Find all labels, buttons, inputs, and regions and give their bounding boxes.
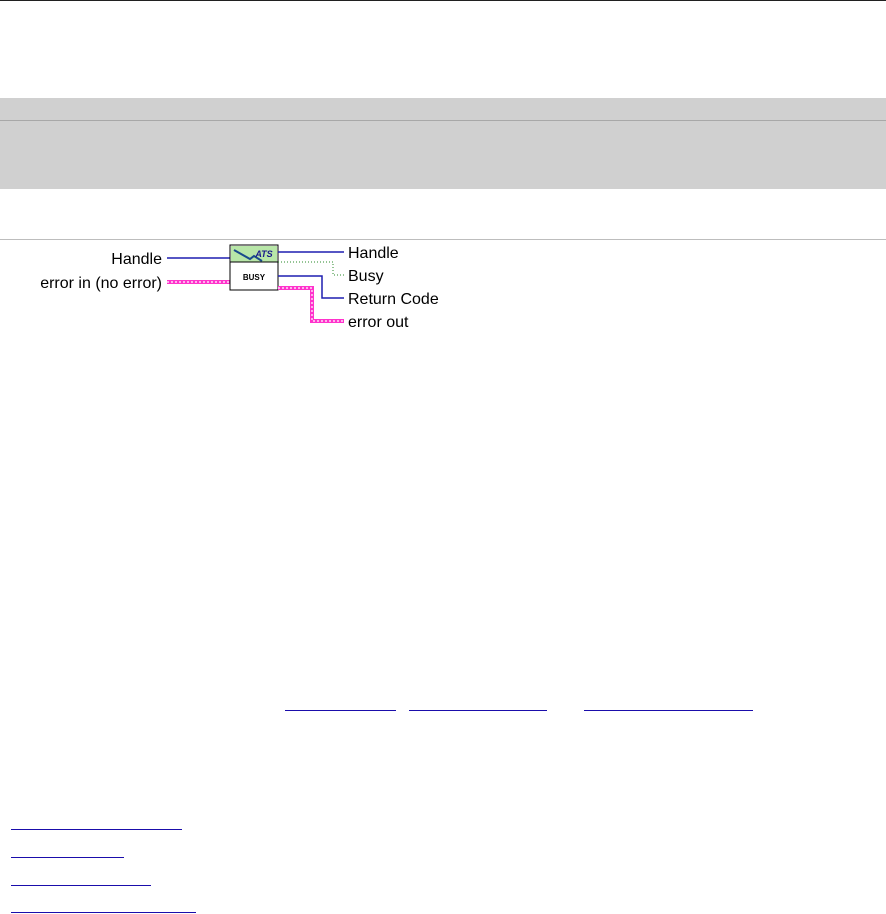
output-handle-label: Handle: [348, 245, 399, 262]
description-band: [0, 121, 886, 189]
title-band: [0, 98, 886, 120]
related-link-1[interactable]: [285, 710, 396, 711]
top-rule: [0, 0, 886, 1]
output-return-code-label: Return Code: [348, 291, 439, 308]
see-also-link-3[interactable]: [11, 885, 151, 886]
see-also-link-4[interactable]: [11, 912, 196, 913]
input-handle-label: Handle: [111, 251, 162, 268]
related-link-2[interactable]: [409, 710, 547, 711]
icon-body-text: BUSY: [243, 273, 266, 282]
output-busy-label: Busy: [348, 268, 384, 285]
see-also-link-2[interactable]: [11, 857, 124, 858]
connector-pane-diagram: Handle error in (no error) ATS BUSY Hand…: [40, 244, 439, 331]
help-page: Handle error in (no error) ATS BUSY Hand…: [0, 0, 886, 914]
related-link-3[interactable]: [584, 710, 753, 711]
icon-banner-text: ATS: [254, 249, 272, 259]
output-busy-wire: [278, 261, 344, 276]
input-error-in-label: error in (no error): [40, 275, 162, 292]
output-error-wire: [278, 286, 344, 323]
output-error-out-label: error out: [348, 314, 409, 331]
vi-icon: ATS BUSY: [229, 244, 279, 291]
see-also-link-1[interactable]: [11, 829, 182, 830]
